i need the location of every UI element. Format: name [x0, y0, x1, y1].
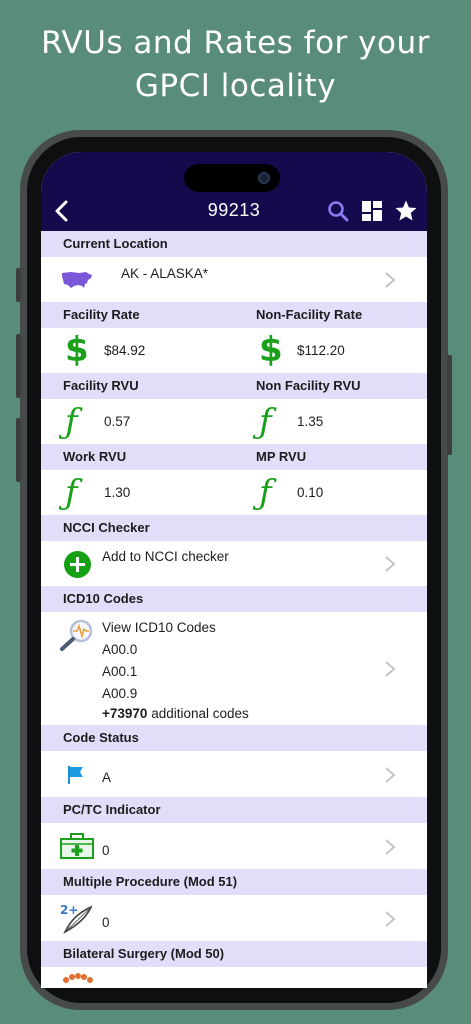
section-title: Bilateral Surgery (Mod 50): [63, 946, 225, 961]
section-header-icd10: ICD10 Codes: [41, 586, 427, 612]
chevron-right-icon: [385, 767, 396, 783]
chevron-right-icon: [385, 839, 396, 855]
facility-rvu-value: 0.57: [104, 414, 131, 429]
ncci-checker-label: Add to NCCI checker: [102, 549, 229, 564]
chevron-right-icon: [385, 661, 396, 677]
dollar-icon: $: [259, 330, 283, 370]
promo-title-line1: RVUs and Rates for your: [41, 25, 430, 61]
chevron-right-icon: [385, 556, 396, 572]
code-status-row[interactable]: A: [41, 751, 427, 797]
rvu-row: ƒ 0.57 ƒ 1.35: [41, 399, 427, 444]
star-icon[interactable]: [394, 199, 418, 223]
promo-title: RVUs and Rates for your GPCI locality: [0, 22, 471, 108]
nonfacility-rvu-value: 1.35: [297, 414, 324, 429]
icd10-additional-label: additional codes: [151, 706, 249, 721]
medical-kit-icon: [60, 833, 94, 859]
facility-rate-header: Facility Rate: [63, 307, 140, 322]
section-header-multiple-procedure: Multiple Procedure (Mod 51): [41, 869, 427, 895]
phone-side-button-power: [447, 355, 452, 455]
section-header-rates: Facility Rate Non-Facility Rate: [41, 302, 427, 328]
phone-side-button-volume-up: [16, 334, 21, 398]
section-title: Code Status: [63, 730, 139, 745]
section-header-current-location: Current Location: [41, 231, 427, 257]
chevron-right-icon: [385, 272, 396, 288]
work-mp-row: ƒ 1.30 ƒ 0.10: [41, 470, 427, 515]
multiple-procedure-icon: 2+: [60, 903, 93, 934]
promo-title-line2: GPCI locality: [134, 68, 337, 104]
nonfacility-rate-header: Non-Facility Rate: [256, 307, 363, 322]
multiple-procedure-row[interactable]: 2+ 0: [41, 895, 427, 941]
add-circle-icon: [64, 551, 91, 578]
bilateral-surgery-icon: [63, 973, 93, 983]
nonfacility-rvu-header: Non Facility RVU: [256, 378, 361, 393]
usa-map-icon: [62, 272, 92, 288]
dynamic-island: [184, 164, 280, 192]
code-status-value: A: [102, 770, 112, 785]
pctc-value: 0: [102, 843, 110, 858]
facility-rate-value: $84.92: [104, 343, 146, 358]
section-title: ICD10 Codes: [63, 591, 144, 606]
ncci-checker-row[interactable]: Add to NCCI checker: [41, 541, 427, 586]
rates-row: $ $84.92 $ $112.20: [41, 328, 427, 373]
icd10-code: A00.0: [102, 642, 138, 657]
work-rvu-header: Work RVU: [63, 449, 127, 464]
layout-grid-icon[interactable]: [360, 199, 384, 223]
function-f-icon: ƒ: [65, 473, 78, 513]
current-location-value: AK - ALASKA*: [121, 266, 209, 281]
view-icd10-label: View ICD10 Codes: [102, 620, 216, 635]
bilateral-surgery-row[interactable]: [41, 967, 427, 988]
nonfacility-rate-value: $112.20: [297, 343, 345, 358]
section-header-code-status: Code Status: [41, 725, 427, 751]
dollar-icon: $: [65, 330, 89, 370]
function-f-icon: ƒ: [259, 473, 272, 513]
section-header-ncci: NCCI Checker: [41, 515, 427, 541]
current-location-row[interactable]: AK - ALASKA*: [41, 257, 427, 302]
flag-icon: [68, 766, 83, 784]
icd10-code: A00.9: [102, 686, 138, 701]
section-title: Multiple Procedure (Mod 51): [63, 874, 238, 889]
facility-rvu-header: Facility RVU: [63, 378, 139, 393]
multiple-procedure-value: 0: [102, 915, 110, 930]
phone-side-button-volume-down: [16, 418, 21, 482]
phone-side-button-mute: [16, 268, 21, 302]
section-header-bilateral: Bilateral Surgery (Mod 50): [41, 941, 427, 967]
function-f-icon: ƒ: [65, 402, 78, 442]
icd10-additional-count: +73970: [102, 706, 148, 721]
icd10-codes-row[interactable]: View ICD10 Codes A00.0 A00.1 A00.9 +7397…: [41, 612, 427, 725]
search-icon[interactable]: [326, 199, 350, 223]
app-screen: 99213 Current Location AK - ALASKA* Faci…: [41, 152, 427, 988]
section-header-pctc: PC/TC Indicator: [41, 797, 427, 823]
section-header-rvu: Facility RVU Non Facility RVU: [41, 373, 427, 399]
function-f-icon: ƒ: [259, 402, 272, 442]
section-header-work-mp: Work RVU MP RVU: [41, 444, 427, 470]
magnifier-heartbeat-icon: [60, 619, 93, 651]
icd10-code: A00.1: [102, 664, 138, 679]
status-bar: [41, 152, 427, 192]
pctc-indicator-row[interactable]: 0: [41, 823, 427, 869]
camera-icon: [258, 172, 270, 184]
chevron-right-icon: [385, 911, 396, 927]
section-title: NCCI Checker: [63, 520, 150, 535]
section-title: Current Location: [63, 236, 168, 251]
nav-bar: 99213: [41, 192, 427, 231]
work-rvu-value: 1.30: [104, 485, 131, 500]
mp-rvu-header: MP RVU: [256, 449, 307, 464]
multiple-procedure-icon-text: 2+: [60, 903, 78, 917]
icd10-additional: +73970 additional codes: [102, 706, 249, 721]
section-title: PC/TC Indicator: [63, 802, 161, 817]
mp-rvu-value: 0.10: [297, 485, 324, 500]
